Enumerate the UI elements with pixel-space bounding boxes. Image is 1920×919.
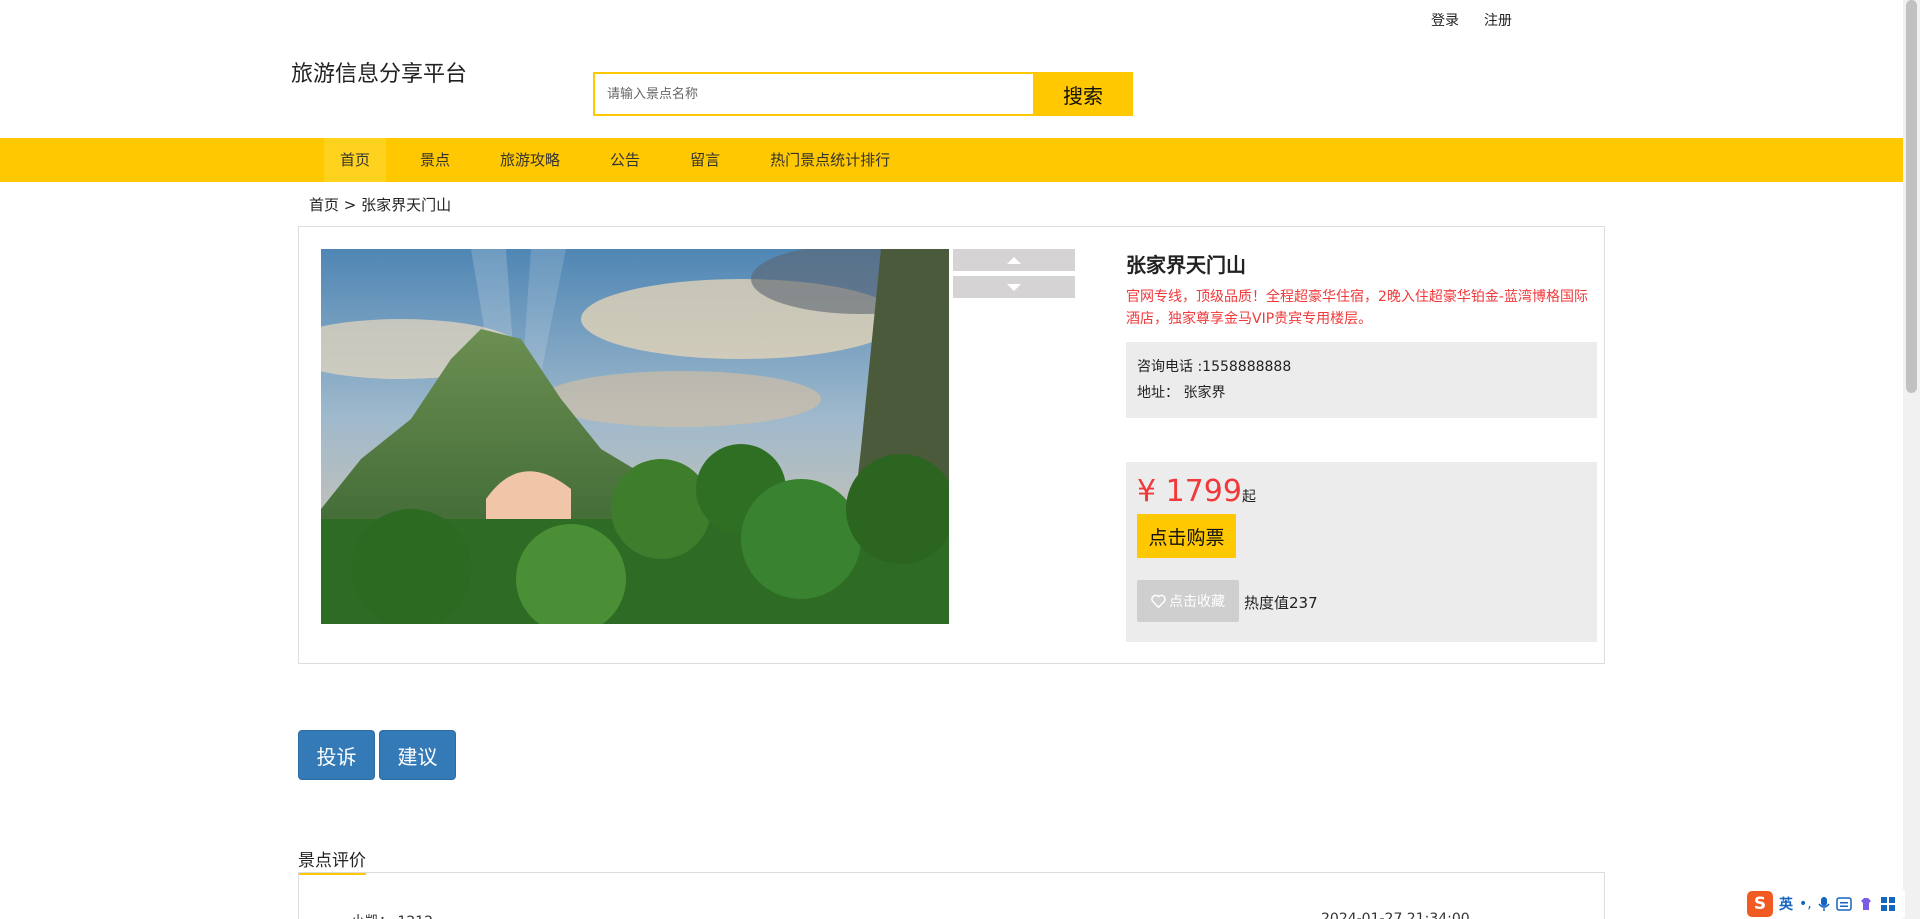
keyboard-icon[interactable]: [1835, 897, 1852, 911]
nav-item-home[interactable]: 首页: [324, 138, 387, 182]
nav-item-messages[interactable]: 留言: [674, 138, 736, 182]
sogou-logo-icon[interactable]: S: [1747, 891, 1773, 917]
review-time: 2024-01-27 21:34:00: [1321, 911, 1470, 919]
thumbnail-scroll-up-button[interactable]: [953, 249, 1075, 271]
top-links: 登录 注册: [1431, 10, 1512, 30]
spot-name: 张家界天门山: [1126, 253, 1246, 277]
microphone-icon[interactable]: [1818, 896, 1830, 912]
search-bar: 搜索: [593, 72, 1133, 116]
address-line: 地址： 张家界: [1137, 385, 1226, 401]
login-link[interactable]: 登录: [1431, 10, 1459, 30]
price: ¥ 1799起: [1137, 474, 1586, 509]
triangle-down-icon: [1007, 283, 1021, 291]
ime-language-toggle[interactable]: 英: [1779, 894, 1793, 914]
punctuation-icon[interactable]: •,: [1799, 896, 1812, 912]
main-nav: 首页 景点 旅游攻略 公告 留言 热门景点统计排行: [0, 138, 1903, 182]
phone-line: 咨询电话 :1558888888: [1137, 359, 1292, 375]
spot-main-image: [321, 249, 949, 624]
favorite-label: 点击收藏: [1169, 594, 1225, 610]
price-panel: ¥ 1799起 点击购票 点击收藏 热度值237: [1126, 462, 1597, 642]
reviews-panel: 小凯： 1212 2024-01-27 21:34:00: [298, 872, 1605, 919]
review-user: 小凯： 1212: [351, 911, 433, 919]
thumbnail-scroll-down-button[interactable]: [953, 276, 1075, 298]
price-suffix: 起: [1241, 489, 1256, 505]
nav-item-spots[interactable]: 景点: [404, 138, 466, 182]
heat-value: 热度值237: [1244, 594, 1318, 612]
page: 登录 注册 旅游信息分享平台 搜索 首页 景点 旅游攻略 公告 留言 热门景点统…: [0, 0, 1920, 919]
reviews-title: 景点评价: [298, 846, 366, 875]
price-value: ¥ 1799: [1137, 474, 1242, 509]
site-title: 旅游信息分享平台: [291, 62, 468, 87]
spot-description: 官网专线，顶级品质！全程超豪华住宿，2晚入住超豪华铂金-蓝湾博格国际酒店，独家尊…: [1126, 289, 1588, 327]
contact-panel: 咨询电话 :1558888888 地址： 张家界: [1126, 342, 1597, 418]
scrollbar-thumb[interactable]: [1906, 0, 1917, 393]
nav-item-guides[interactable]: 旅游攻略: [484, 138, 576, 182]
suggest-button[interactable]: 建议: [379, 730, 456, 780]
skin-icon[interactable]: [1858, 896, 1874, 912]
register-link[interactable]: 注册: [1484, 10, 1512, 30]
search-input[interactable]: [593, 72, 1033, 116]
breadcrumb: 首页 > 张家界天门山: [309, 196, 452, 214]
grid-menu-icon[interactable]: [1880, 896, 1896, 912]
heart-icon: [1151, 594, 1166, 608]
complain-button[interactable]: 投诉: [298, 730, 375, 780]
ime-toolbar: S 英 •,: [1745, 890, 1905, 918]
nav-item-hot-ranking[interactable]: 热门景点统计排行: [754, 138, 906, 182]
spot-info: 张家界天门山 官网专线，顶级品质！全程超豪华住宿，2晚入住超豪华铂金-蓝湾博格国…: [1126, 249, 1597, 642]
search-button[interactable]: 搜索: [1033, 72, 1133, 116]
buy-ticket-button[interactable]: 点击购票: [1137, 514, 1236, 558]
favorite-button[interactable]: 点击收藏: [1137, 580, 1239, 622]
triangle-up-icon: [1007, 256, 1021, 264]
nav-item-announcements[interactable]: 公告: [594, 138, 656, 182]
spot-detail-panel: 张家界天门山 官网专线，顶级品质！全程超豪华住宿，2晚入住超豪华铂金-蓝湾博格国…: [298, 226, 1605, 664]
page-scrollbar[interactable]: [1903, 0, 1920, 919]
